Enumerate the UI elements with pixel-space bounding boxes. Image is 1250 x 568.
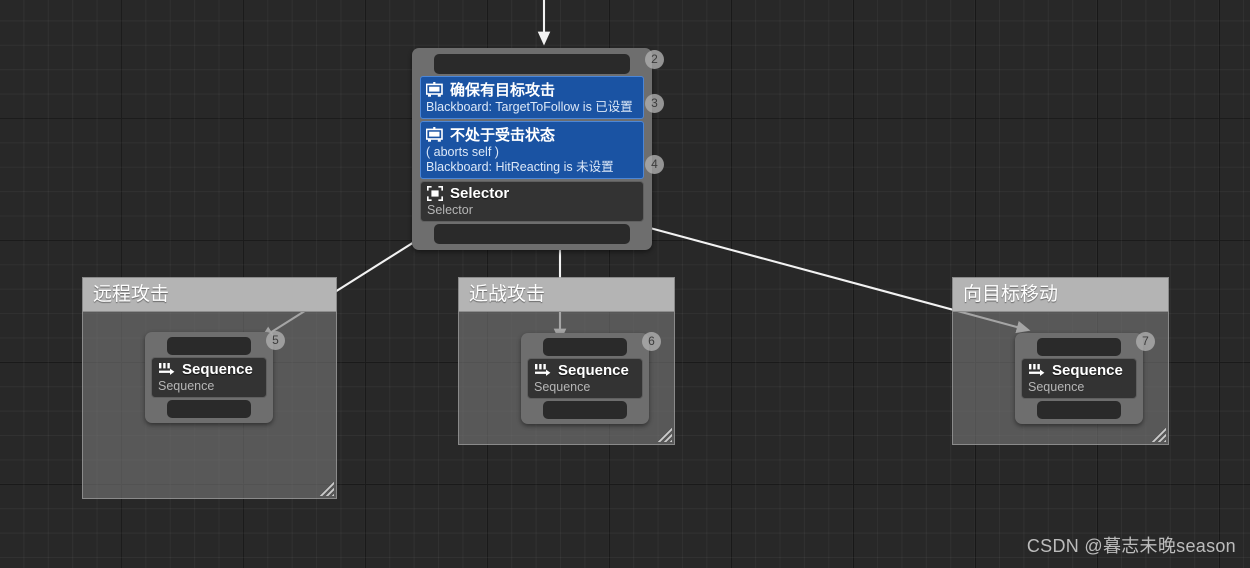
sequence-icon [1028, 363, 1045, 378]
node-body[interactable]: Sequence Sequence [527, 358, 643, 399]
bt-node-sequence-5[interactable]: Sequence Sequence 5 [145, 331, 285, 423]
comment-title: 向目标移动 [953, 278, 1168, 312]
selector-icon [426, 185, 444, 202]
resize-grip-icon[interactable] [1150, 426, 1166, 442]
resize-grip-icon[interactable] [318, 480, 334, 496]
node-body[interactable]: Sequence Sequence [151, 357, 267, 398]
decorator-index-badge-2: 4 [645, 155, 664, 174]
resize-grip-icon[interactable] [656, 426, 672, 442]
output-pin[interactable] [167, 400, 251, 418]
node-body[interactable]: Sequence Sequence [1021, 358, 1137, 399]
input-pin[interactable] [1037, 338, 1121, 356]
output-pin[interactable] [434, 224, 630, 244]
node-title-row: Sequence [158, 361, 260, 378]
decorator-not-hit-reacting[interactable]: 不处于受击状态 ( aborts self ) Blackboard: HitR… [420, 121, 644, 179]
bt-node-sequence-6[interactable]: Sequence Sequence 6 [521, 332, 661, 424]
node-subtitle: Sequence [1028, 380, 1085, 394]
node-index-badge-selector: 2 [645, 50, 664, 69]
node-subtitle: Selector [427, 203, 473, 217]
decorator-aborts-line: ( aborts self ) [426, 145, 499, 159]
sequence-icon [534, 363, 551, 378]
bt-node-selector-root[interactable]: 确保有目标攻击 Blackboard: TargetToFollow is 已设… [412, 48, 664, 250]
input-pin[interactable] [167, 337, 251, 355]
node-index-badge: 6 [642, 332, 661, 351]
comment-box-move-to-target[interactable]: 向目标移动 Sequence Sequence 7 [952, 277, 1169, 445]
output-pin[interactable] [1037, 401, 1121, 419]
bt-node-sequence-7[interactable]: Sequence Sequence 7 [1015, 332, 1155, 424]
comment-title: 远程攻击 [83, 278, 336, 312]
node-subtitle: Sequence [158, 379, 215, 393]
node-index-badge: 7 [1136, 332, 1155, 351]
comment-body: Sequence Sequence 7 [953, 312, 1168, 444]
decorator-detail-line: Blackboard: HitReacting is 未设置 [426, 160, 614, 174]
node-title-row: Sequence [1028, 362, 1130, 379]
decorator-index-badge-1: 3 [645, 94, 664, 113]
input-pin[interactable] [543, 338, 627, 356]
decorator-title-row: 确保有目标攻击 [425, 79, 638, 100]
output-pin[interactable] [543, 401, 627, 419]
comment-box-melee-attack[interactable]: 近战攻击 Sequence Sequence 6 [458, 277, 675, 445]
sequence-icon [158, 362, 175, 377]
decorator-ensure-target[interactable]: 确保有目标攻击 Blackboard: TargetToFollow is 已设… [420, 76, 644, 119]
node-title-text: Selector [450, 185, 510, 202]
node-title-row: Selector [426, 185, 637, 202]
node-body-selector[interactable]: Selector Selector [420, 181, 644, 222]
behavior-tree-canvas[interactable]: 远程攻击 Sequence Sequence 5 近战攻击 Sequence S… [0, 0, 1250, 568]
decorator-title-row: 不处于受击状态 [425, 124, 638, 145]
node-title-text: Sequence [182, 361, 253, 378]
comment-body: Sequence Sequence 6 [459, 312, 674, 444]
node-title-row: Sequence [534, 362, 636, 379]
node-subtitle: Sequence [534, 380, 591, 394]
blackboard-icon [425, 127, 443, 142]
comment-box-ranged-attack[interactable]: 远程攻击 Sequence Sequence 5 [82, 277, 337, 499]
comment-title: 近战攻击 [459, 278, 674, 312]
decorator-detail-line: Blackboard: TargetToFollow is 已设置 [426, 100, 633, 114]
comment-body: Sequence Sequence 5 [83, 312, 336, 498]
node-title-text: Sequence [558, 362, 629, 379]
node-title-text: Sequence [1052, 362, 1123, 379]
blackboard-icon [425, 82, 443, 97]
decorator-title-text: 确保有目标攻击 [450, 82, 556, 99]
watermark-text: CSDN @暮志未晚season [1026, 536, 1236, 556]
input-pin[interactable] [434, 54, 630, 74]
node-index-badge: 5 [266, 331, 285, 350]
decorator-title-text: 不处于受击状态 [450, 127, 556, 144]
